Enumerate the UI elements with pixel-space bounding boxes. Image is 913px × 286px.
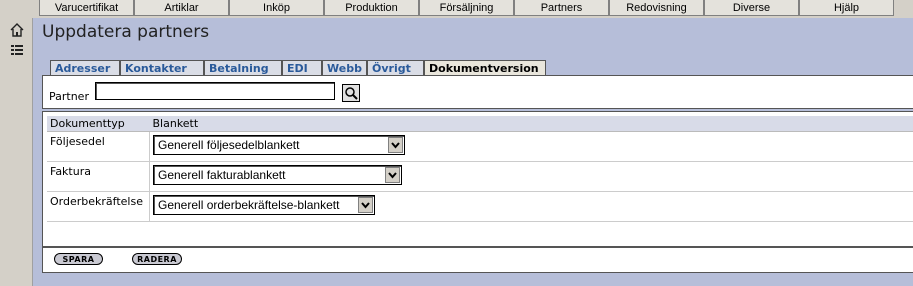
- nav-item-diverse[interactable]: Diverse: [704, 0, 799, 16]
- select-arrow[interactable]: [385, 167, 400, 183]
- document-type-cell: Följesedel: [47, 131, 150, 162]
- document-type-cell: Orderbekräftelse: [47, 191, 150, 222]
- top-navigation-spacer: [0, 0, 39, 17]
- table-row: Orderbekräftelse Generell orderbekräftel…: [47, 191, 913, 222]
- form-select-value: Generell orderbekräftelse-blankett: [158, 198, 340, 212]
- form-select-foljesedel[interactable]: Generell följesedelblankett: [153, 135, 405, 155]
- document-type-cell: Faktura: [47, 161, 150, 192]
- nav-item-hjalp[interactable]: Hjälp: [799, 0, 894, 16]
- column-header-dokumenttyp: Dokumenttyp: [47, 116, 150, 132]
- tab-dokumentversion[interactable]: Dokumentversion: [424, 60, 546, 75]
- delete-button[interactable]: RADERA: [132, 253, 182, 265]
- form-select-orderbekraftelse[interactable]: Generell orderbekräftelse-blankett: [153, 195, 375, 215]
- page-title: Uppdatera partners: [42, 22, 210, 42]
- table-row: Följesedel Generell följesedelblankett: [47, 131, 913, 162]
- tab-kontakter[interactable]: Kontakter: [120, 60, 204, 75]
- main-panel: Uppdatera partners Adresser Kontakter Be…: [33, 18, 913, 286]
- list-icon[interactable]: [10, 44, 24, 58]
- form-cell: Generell orderbekräftelse-blankett: [149, 191, 913, 222]
- home-icon[interactable]: [10, 23, 24, 37]
- search-icon: [345, 87, 358, 100]
- partner-section: Partner: [42, 75, 913, 109]
- chevron-down-icon: [391, 142, 400, 149]
- nav-item-forsaljning[interactable]: Försäljning: [419, 0, 514, 16]
- top-navigation: Varucertifikat Artiklar Inköp Produktion…: [0, 0, 913, 18]
- save-button[interactable]: SPARA: [54, 253, 103, 265]
- form-select-faktura[interactable]: Generell fakturablankett: [153, 165, 402, 185]
- partner-input[interactable]: [95, 82, 335, 100]
- tab-betalning[interactable]: Betalning: [204, 60, 282, 75]
- action-bar: SPARA RADERA: [42, 247, 913, 273]
- table-header-row: Dokumenttyp Blankett: [47, 116, 913, 132]
- form-select-value: Generell fakturablankett: [158, 168, 286, 182]
- table-row: Faktura Generell fakturablankett: [47, 161, 913, 192]
- nav-item-produktion[interactable]: Produktion: [324, 0, 419, 16]
- nav-item-redovisning[interactable]: Redovisning: [609, 0, 704, 16]
- select-arrow[interactable]: [388, 137, 403, 153]
- left-toolbar: [0, 18, 33, 286]
- tab-webb[interactable]: Webb: [322, 60, 367, 75]
- search-button[interactable]: [342, 84, 360, 102]
- nav-item-varucertifikat[interactable]: Varucertifikat: [39, 0, 134, 16]
- tab-ovrigt[interactable]: Övrigt: [367, 60, 424, 75]
- form-cell: Generell följesedelblankett: [149, 131, 913, 162]
- nav-item-inkop[interactable]: Inköp: [229, 0, 324, 16]
- document-version-section: Dokumenttyp Blankett Följesedel Generell…: [42, 111, 913, 247]
- form-select-value: Generell följesedelblankett: [158, 138, 300, 152]
- chevron-down-icon: [361, 202, 370, 209]
- tab-adresser[interactable]: Adresser: [50, 60, 120, 75]
- column-header-blankett: Blankett: [149, 116, 913, 132]
- tab-edi[interactable]: EDI: [282, 60, 322, 75]
- nav-item-partners[interactable]: Partners: [514, 0, 609, 16]
- chevron-down-icon: [388, 172, 397, 179]
- form-cell: Generell fakturablankett: [149, 161, 913, 192]
- document-table: Dokumenttyp Blankett Följesedel Generell…: [47, 116, 913, 222]
- nav-item-artiklar[interactable]: Artiklar: [134, 0, 229, 16]
- partner-label: Partner: [49, 90, 89, 103]
- select-arrow[interactable]: [358, 197, 373, 213]
